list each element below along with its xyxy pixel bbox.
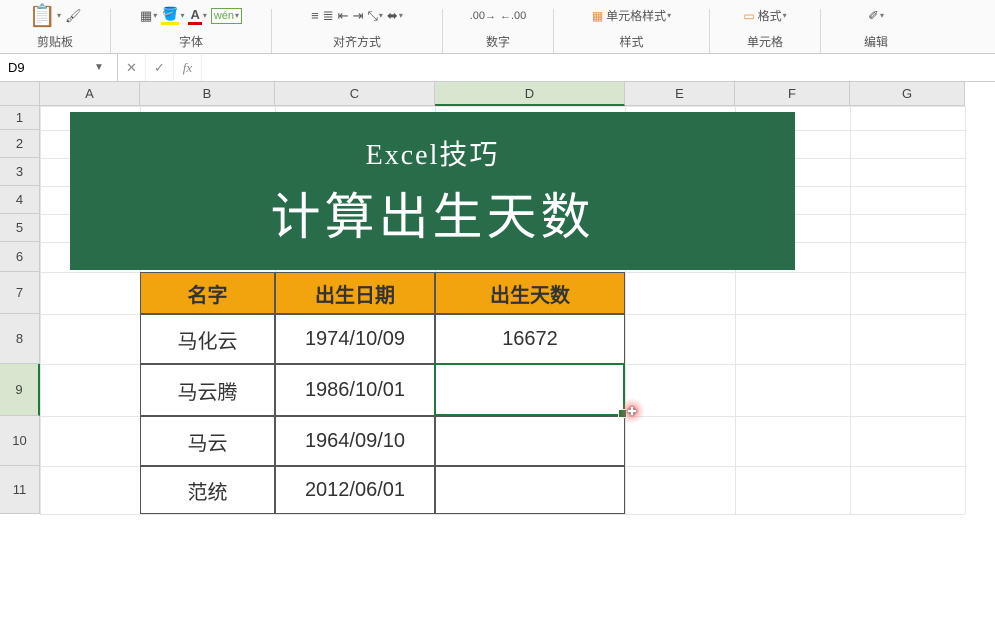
format-button[interactable]: ▭格式▾ <box>743 7 786 24</box>
cell-days-0[interactable]: 16672 <box>435 314 625 364</box>
row-header-3[interactable]: 3 <box>0 158 40 186</box>
select-all-corner[interactable] <box>0 82 40 106</box>
column-header-D[interactable]: D <box>435 82 625 106</box>
merge-icon[interactable]: ⬌▾ <box>387 8 403 24</box>
column-header-A[interactable]: A <box>40 82 140 106</box>
table-header-2[interactable]: 出生天数 <box>435 272 625 314</box>
formula-input[interactable] <box>202 54 995 81</box>
ribbon-group-number: 数字 <box>443 31 553 53</box>
column-header-G[interactable]: G <box>850 82 965 106</box>
row-header-11[interactable]: 11 <box>0 466 40 514</box>
name-box[interactable]: ▼ <box>0 54 118 81</box>
accept-formula-icon[interactable]: ✓ <box>146 54 174 81</box>
name-box-input[interactable] <box>0 60 90 75</box>
paste-icon[interactable]: 📋▾ <box>29 3 61 29</box>
dec-decimal-icon[interactable]: ←.00 <box>500 10 526 22</box>
table-header-1[interactable]: 出生日期 <box>275 272 435 314</box>
formula-bar: ▼ ✕ ✓ fx <box>0 54 995 82</box>
font-color-icon[interactable]: A▾ <box>188 7 206 25</box>
spreadsheet-grid[interactable]: ABCDEFG 1234567891011 Excel技巧计算出生天数名字出生日… <box>0 82 995 622</box>
cell-days-2[interactable] <box>435 416 625 466</box>
cell-date-3[interactable]: 2012/06/01 <box>275 466 435 514</box>
row-header-10[interactable]: 10 <box>0 416 40 466</box>
cell-name-2[interactable]: 马云 <box>140 416 275 466</box>
column-header-F[interactable]: F <box>735 82 850 106</box>
banner-subtitle: Excel技巧 <box>366 133 500 173</box>
column-header-C[interactable]: C <box>275 82 435 106</box>
ribbon-group-styles: 样式 <box>554 31 709 53</box>
title-banner: Excel技巧计算出生天数 <box>70 112 795 270</box>
cell-styles-button[interactable]: ▦单元格样式▾ <box>592 7 671 24</box>
column-header-B[interactable]: B <box>140 82 275 106</box>
name-box-dropdown[interactable]: ▼ <box>90 62 108 73</box>
ribbon-group-clipboard: 剪贴板 <box>0 31 110 53</box>
cancel-formula-icon[interactable]: ✕ <box>118 54 146 81</box>
ribbon-group-cells: 单元格 <box>710 31 820 53</box>
border-icon[interactable]: ▦▾ <box>140 8 157 24</box>
ribbon: 📋▾ 🖌 剪贴板 ▦▾ 🪣▾ A▾ wén▾ 字体 ≡ ≣ ⇤ ⇥ ⤡▾ ⬌▾ … <box>0 0 995 54</box>
indent-inc-icon[interactable]: ⇥ <box>353 8 364 24</box>
row-header-4[interactable]: 4 <box>0 186 40 214</box>
row-header-5[interactable]: 5 <box>0 214 40 242</box>
cell-date-1[interactable]: 1986/10/01 <box>275 364 435 416</box>
fx-icon[interactable]: fx <box>174 54 202 81</box>
column-header-E[interactable]: E <box>625 82 735 106</box>
table-header-0[interactable]: 名字 <box>140 272 275 314</box>
cell-name-3[interactable]: 范统 <box>140 466 275 514</box>
orientation-icon[interactable]: ⤡▾ <box>367 8 382 24</box>
row-header-2[interactable]: 2 <box>0 130 40 158</box>
cell-date-2[interactable]: 1964/09/10 <box>275 416 435 466</box>
ribbon-group-font: 字体 <box>111 31 271 53</box>
row-header-1[interactable]: 1 <box>0 106 40 130</box>
cell-date-0[interactable]: 1974/10/09 <box>275 314 435 364</box>
align-left-icon[interactable]: ≡ <box>311 8 319 23</box>
row-header-9[interactable]: 9 <box>0 364 40 416</box>
align-center-icon[interactable]: ≣ <box>323 8 334 24</box>
ribbon-group-editing: 编辑 <box>821 31 931 53</box>
brush-icon[interactable]: 🖌 <box>65 8 82 24</box>
ribbon-group-align: 对齐方式 <box>272 31 442 53</box>
row-header-7[interactable]: 7 <box>0 272 40 314</box>
indent-dec-icon[interactable]: ⇤ <box>338 8 349 24</box>
fill-color-icon[interactable]: 🪣▾ <box>161 6 184 25</box>
row-header-8[interactable]: 8 <box>0 314 40 364</box>
row-header-6[interactable]: 6 <box>0 242 40 272</box>
cell-name-0[interactable]: 马化云 <box>140 314 275 364</box>
cell-name-1[interactable]: 马云腾 <box>140 364 275 416</box>
clear-icon[interactable]: ✐▾ <box>868 8 884 24</box>
phonetic-icon[interactable]: wén▾ <box>211 8 242 24</box>
cell-days-1[interactable] <box>435 364 625 416</box>
cell-days-3[interactable] <box>435 466 625 514</box>
inc-decimal-icon[interactable]: .00→ <box>470 10 496 22</box>
banner-title: 计算出生天数 <box>271 177 595 249</box>
cursor-indicator <box>619 398 645 424</box>
